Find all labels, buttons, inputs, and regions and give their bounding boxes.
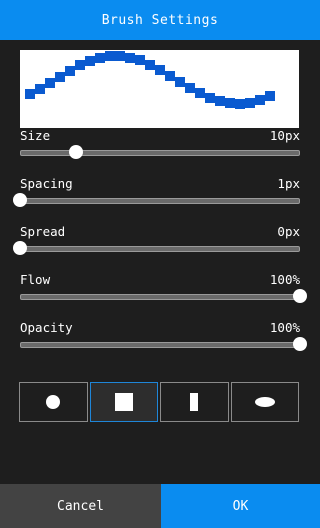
size-value: 10px xyxy=(269,128,300,143)
spread-slider-thumb[interactable] xyxy=(13,241,27,255)
opacity-setting: Opacity 100% xyxy=(20,320,307,360)
vertical-bar-shape-button[interactable] xyxy=(160,382,229,422)
ellipse-shape-button[interactable] xyxy=(230,382,299,422)
spacing-setting: Spacing 1px xyxy=(13,176,300,216)
brush-stroke-dab xyxy=(125,53,135,63)
square-shape-button[interactable] xyxy=(89,382,158,422)
size-label: Size xyxy=(20,128,51,143)
circle-shape-button[interactable] xyxy=(19,382,88,422)
flow-setting: Flow 100% xyxy=(20,272,307,312)
spread-setting: Spread 0px xyxy=(13,224,300,264)
cancel-button-label: Cancel xyxy=(57,498,104,514)
brush-stroke-dab xyxy=(245,98,255,108)
brush-stroke-dab xyxy=(75,60,85,70)
flow-slider-track[interactable] xyxy=(20,294,300,300)
flow-label: Flow xyxy=(20,272,51,287)
vertical-bar-shape-icon xyxy=(190,393,199,411)
brush-stroke-dab xyxy=(65,66,75,76)
brush-stroke-dab xyxy=(135,55,145,65)
brush-preview xyxy=(20,50,299,128)
brush-stroke-dab xyxy=(115,51,125,61)
size-slider-track[interactable] xyxy=(20,150,300,156)
spacing-label: Spacing xyxy=(20,176,73,191)
flow-value: 100% xyxy=(269,272,300,287)
brush-stroke-dab xyxy=(155,65,165,75)
square-shape-icon xyxy=(114,393,133,411)
cancel-button[interactable]: Cancel xyxy=(0,484,161,528)
spread-slider-track[interactable] xyxy=(20,246,300,252)
circle-shape-icon xyxy=(46,395,61,409)
spacing-slider-thumb[interactable] xyxy=(13,193,27,207)
spread-value: 0px xyxy=(277,224,300,239)
opacity-label: Opacity xyxy=(20,320,73,335)
spread-label: Spread xyxy=(20,224,66,239)
spacing-slider-track[interactable] xyxy=(20,198,300,204)
brush-stroke-dab xyxy=(215,96,225,106)
ellipse-shape-icon xyxy=(254,397,275,407)
brush-stroke-dab xyxy=(185,83,195,93)
brush-stroke-preview xyxy=(25,51,275,109)
brush-stroke-dab xyxy=(165,71,175,81)
opacity-slider-thumb[interactable] xyxy=(293,337,307,351)
opacity-value: 100% xyxy=(269,320,300,335)
brush-stroke-dab xyxy=(265,91,275,101)
size-setting: Size 10px xyxy=(20,128,300,168)
brush-stroke-dab xyxy=(35,84,45,94)
brush-stroke-dab xyxy=(175,77,185,87)
brush-stroke-dab xyxy=(105,51,115,61)
ok-button-label: OK xyxy=(232,498,249,514)
spacing-value: 1px xyxy=(277,176,300,191)
brush-stroke-dab xyxy=(195,88,205,98)
ok-button[interactable]: OK xyxy=(161,484,320,528)
brush-stroke-dab xyxy=(55,72,65,82)
brush-stroke-dab xyxy=(145,60,155,70)
size-slider-thumb[interactable] xyxy=(69,145,83,159)
dialog-title: Brush Settings xyxy=(101,12,219,28)
brush-stroke-dab xyxy=(255,95,265,105)
flow-slider-thumb[interactable] xyxy=(293,289,307,303)
brush-stroke-dab xyxy=(45,78,55,88)
brush-stroke-dab xyxy=(95,53,105,63)
opacity-slider-track[interactable] xyxy=(20,342,300,348)
title-bar: Brush Settings xyxy=(0,0,320,40)
brush-shape-selector xyxy=(19,382,299,422)
brush-stroke-dab xyxy=(235,99,245,109)
brush-stroke-dab xyxy=(205,93,215,103)
brush-stroke-dab xyxy=(25,89,35,99)
brush-stroke-dab xyxy=(85,56,95,66)
dialog-footer: Cancel OK xyxy=(0,484,320,528)
brush-stroke-dab xyxy=(225,98,235,108)
